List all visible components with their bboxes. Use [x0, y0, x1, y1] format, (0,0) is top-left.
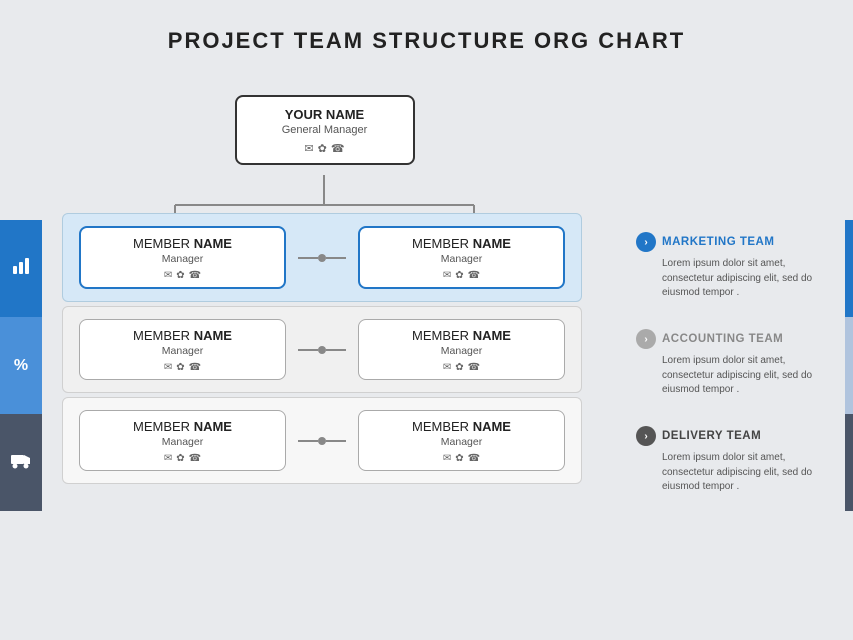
member-node-1-right: MEMBER NAME Manager ✉✿☎	[358, 226, 565, 289]
info-panel-delivery: › DELIVERY TEAM Lorem ipsum dolor sit am…	[624, 414, 839, 511]
member-role-2-left: Manager	[92, 345, 273, 357]
marketing-text: Lorem ipsum dolor sit amet, consectetur …	[662, 257, 829, 301]
chevron-marketing: ›	[636, 232, 656, 252]
right-bar-light	[845, 317, 853, 414]
marketing-title: MARKETING TEAM	[662, 236, 774, 248]
info-panel-accounting: › ACCOUNTING TEAM Lorem ipsum dolor sit …	[624, 317, 839, 414]
sidebar-item-3[interactable]	[0, 414, 42, 511]
member-role-1-left: Manager	[93, 253, 272, 265]
right-bar-blue	[845, 220, 853, 317]
top-section: YOUR NAME General Manager ✉ ✿ ☎	[42, 95, 607, 165]
chart-container: YOUR NAME General Manager ✉ ✿ ☎ MEMBER N…	[42, 95, 607, 488]
member-role-2-right: Manager	[371, 345, 552, 357]
right-bar-dark	[845, 414, 853, 511]
delivery-title: DELIVERY TEAM	[662, 430, 761, 442]
sidebar: %	[0, 220, 42, 511]
member-role-3-right: Manager	[371, 436, 552, 448]
right-sidebar	[845, 220, 853, 511]
top-node-icons: ✉ ✿ ☎	[251, 142, 399, 155]
row-1: MEMBER NAME Manager ✉✿☎ MEMBER NAME Mana…	[42, 213, 607, 302]
accounting-title: ACCOUNTING TEAM	[662, 333, 783, 345]
delivery-text: Lorem ipsum dolor sit amet, consectetur …	[662, 451, 829, 495]
page-title: PROJECT TEAM STRUCTURE ORG CHART	[0, 0, 853, 72]
member-node-3-left: MEMBER NAME Manager ✉✿☎	[79, 410, 286, 471]
delivery-icon	[10, 450, 32, 475]
row-2: MEMBER NAME Manager ✉✿☎ MEMBER NAME Mana…	[42, 306, 607, 393]
member-node-3-right: MEMBER NAME Manager ✉✿☎	[358, 410, 565, 471]
member-role-1-right: Manager	[372, 253, 551, 265]
sidebar-item-2[interactable]: %	[0, 317, 42, 414]
connector-spacer-top	[42, 165, 607, 213]
chevron-accounting: ›	[636, 329, 656, 349]
sidebar-item-1[interactable]	[0, 220, 42, 317]
top-node: YOUR NAME General Manager ✉ ✿ ☎	[235, 95, 415, 165]
top-node-name: YOUR NAME	[251, 107, 399, 122]
info-panel-marketing: › MARKETING TEAM Lorem ipsum dolor sit a…	[624, 220, 839, 317]
member-role-3-left: Manager	[92, 436, 273, 448]
member-node-1-left: MEMBER NAME Manager ✉✿☎	[79, 226, 286, 289]
row-3: MEMBER NAME Manager ✉✿☎ MEMBER NAME Mana…	[42, 397, 607, 484]
accounting-text: Lorem ipsum dolor sit amet, consectetur …	[662, 354, 829, 398]
chart-icon	[11, 256, 31, 281]
top-node-role: General Manager	[251, 124, 399, 136]
member-node-2-left: MEMBER NAME Manager ✉✿☎	[79, 319, 286, 380]
member-node-2-right: MEMBER NAME Manager ✉✿☎	[358, 319, 565, 380]
chevron-delivery: ›	[636, 426, 656, 446]
percent-icon: %	[14, 357, 28, 375]
info-panels: › MARKETING TEAM Lorem ipsum dolor sit a…	[624, 220, 839, 511]
